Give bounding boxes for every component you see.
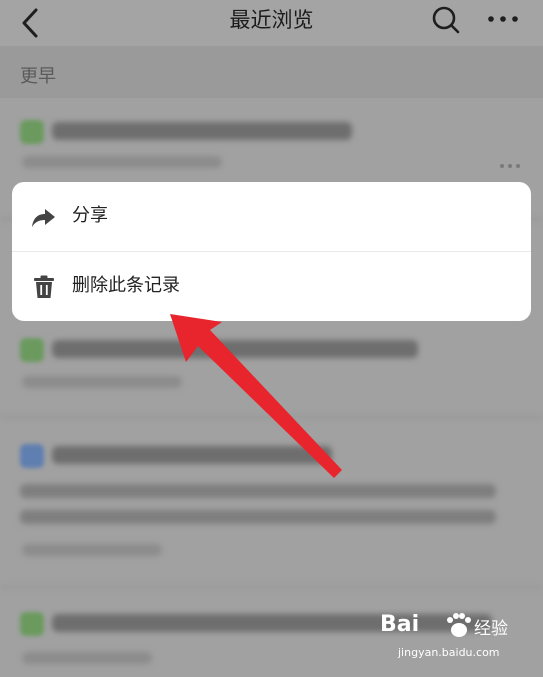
watermark-brand: Bai: [380, 612, 420, 637]
share-arrow-icon: [32, 209, 55, 227]
list-item-meta-blurred: [22, 156, 222, 168]
section-title: 更早: [20, 66, 56, 87]
more-horizontal-icon[interactable]: [486, 10, 520, 28]
list-divider: [0, 414, 543, 420]
watermark-url: jingyan.baidu.com: [398, 646, 500, 659]
search-icon[interactable]: [430, 4, 462, 36]
menu-item-share[interactable]: 分享: [12, 182, 531, 251]
paw-logo-icon: [447, 613, 471, 637]
list-item-title-blurred: [52, 340, 418, 358]
list-item-icon: [20, 120, 44, 144]
list-item-meta-blurred: [22, 544, 162, 556]
list-item-meta-blurred: [22, 652, 152, 664]
list-item-title-blurred: [52, 122, 352, 140]
list-item-icon: [20, 338, 44, 362]
trash-icon: [34, 275, 54, 298]
list-divider: [0, 584, 543, 590]
list-item-body-blurred: [20, 484, 496, 498]
list-item-body-blurred: [20, 510, 496, 524]
watermark: Bai 经验 jingyan.baidu.com: [380, 612, 530, 670]
list-item-meta-blurred: [22, 376, 182, 388]
section-header: 更早: [0, 46, 543, 98]
menu-item-label: 删除此条记录: [72, 275, 180, 296]
list-item-icon: [20, 612, 44, 636]
watermark-suffix: 经验: [474, 619, 508, 639]
list-item-more-icon[interactable]: [498, 162, 522, 170]
top-navigation-bar: 最近浏览: [0, 0, 543, 46]
menu-item-delete[interactable]: 删除此条记录: [12, 252, 531, 321]
list-item-title-blurred: [52, 446, 332, 464]
context-menu: 分享 删除此条记录: [12, 182, 531, 321]
list-item-icon: [20, 444, 44, 468]
menu-item-label: 分享: [72, 205, 108, 226]
